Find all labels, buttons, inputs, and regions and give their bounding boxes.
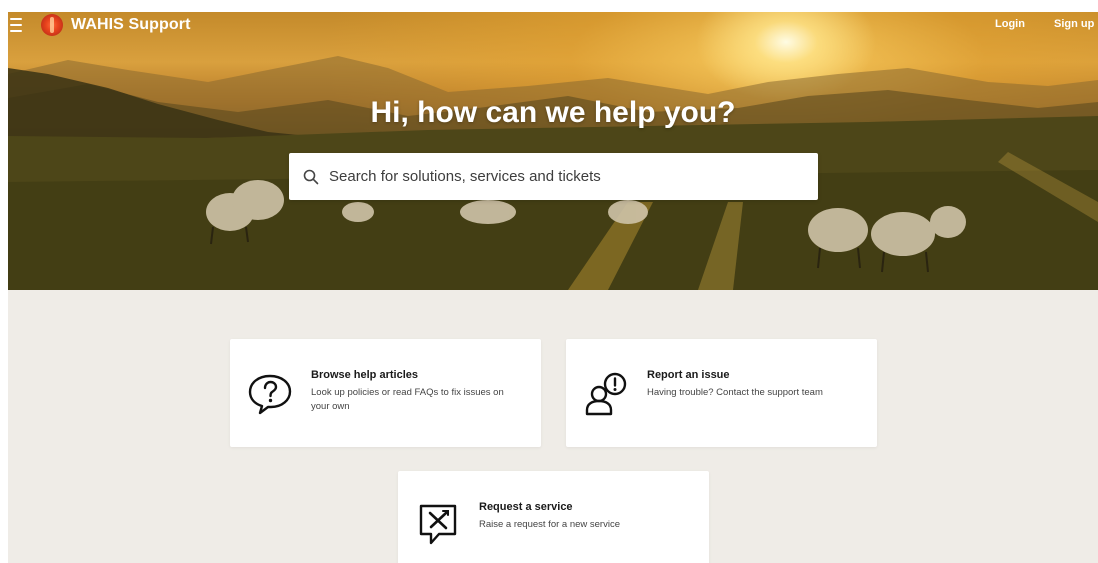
browse-help-articles-card[interactable]: Browse help articles Look up policies or… — [230, 339, 541, 447]
wahis-logo[interactable] — [41, 14, 63, 36]
request-a-service-card[interactable]: Request a service Raise a request for a … — [398, 471, 709, 563]
tools-bubble-icon — [419, 504, 457, 545]
card-text: Report an issue Having trouble? Contact … — [647, 369, 857, 400]
card-description: Raise a request for a new service — [479, 519, 620, 530]
brand-name[interactable]: WAHIS Support — [71, 16, 191, 34]
page-frame: WAHIS Support Login Sign up Hi, how can … — [8, 12, 1098, 563]
login-link[interactable]: Login — [995, 18, 1025, 30]
person-alert-icon — [585, 372, 627, 416]
card-description: Having trouble? Contact the support team — [647, 387, 823, 398]
card-text: Request a service Raise a request for a … — [479, 501, 689, 532]
menu-icon-bar — [10, 18, 22, 20]
card-title: Browse help articles — [311, 369, 418, 381]
search-box[interactable] — [289, 153, 818, 200]
card-title: Report an issue — [647, 369, 730, 381]
search-input[interactable] — [327, 167, 818, 186]
search-icon — [303, 169, 319, 184]
menu-icon-bar — [10, 24, 22, 26]
menu-icon-bar — [10, 30, 22, 32]
menu-button[interactable] — [10, 18, 28, 32]
card-text: Browse help articles Look up policies or… — [311, 369, 521, 414]
report-an-issue-card[interactable]: Report an issue Having trouble? Contact … — [566, 339, 877, 447]
hero-heading: Hi, how can we help you? — [370, 96, 736, 129]
question-bubble-icon — [248, 374, 292, 415]
hero-banner: WAHIS Support Login Sign up Hi, how can … — [8, 12, 1098, 290]
card-description: Look up policies or read FAQs to fix iss… — [311, 387, 504, 412]
card-title: Request a service — [479, 501, 573, 513]
signup-link[interactable]: Sign up — [1054, 18, 1094, 30]
hero-landscape — [8, 56, 1098, 290]
